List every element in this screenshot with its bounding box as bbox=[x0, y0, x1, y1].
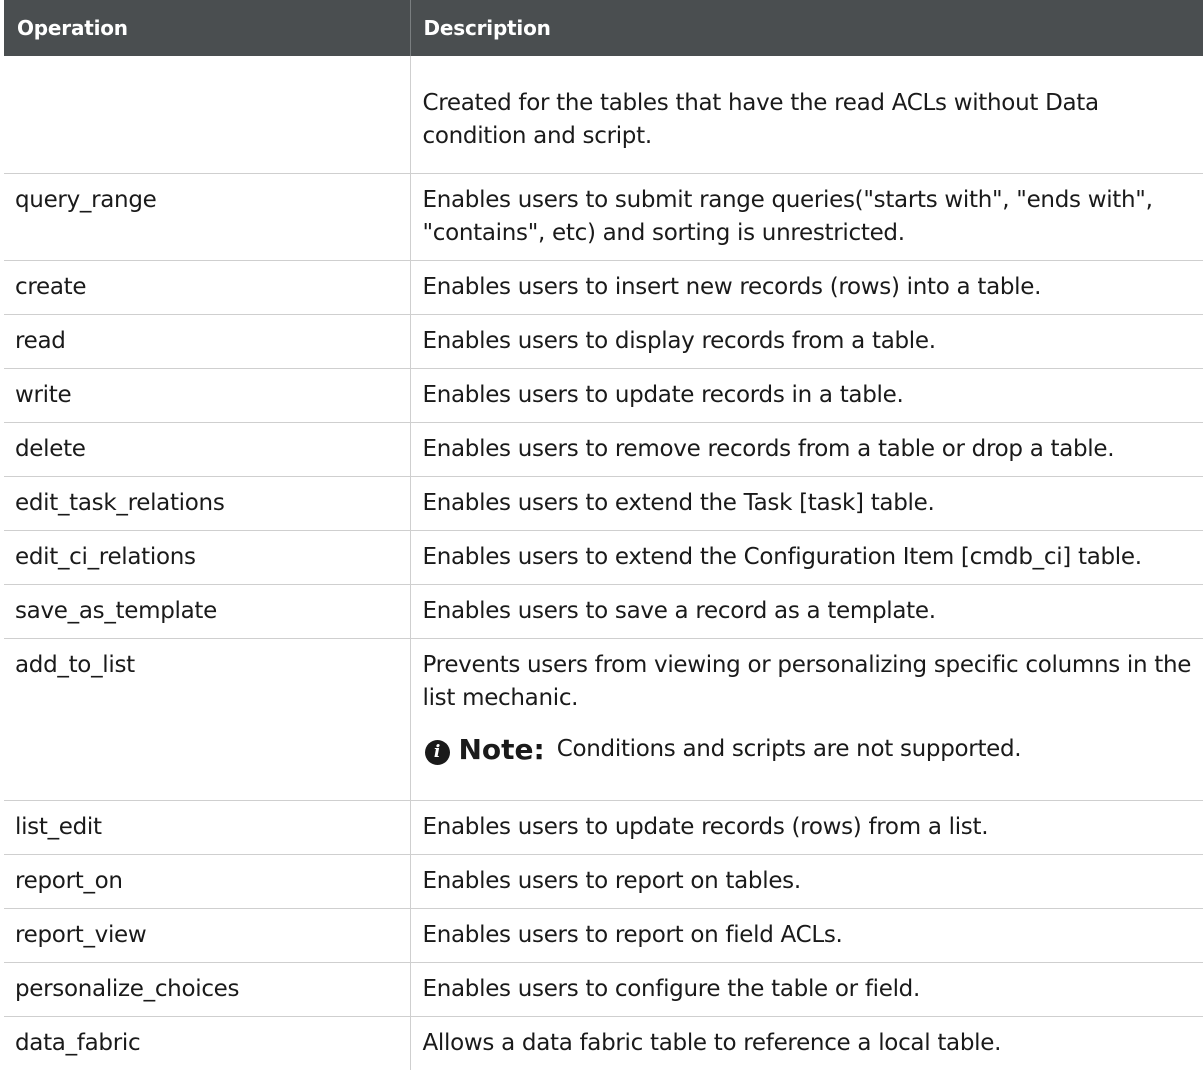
operation-description: Enables users to extend the Configuratio… bbox=[422, 544, 1143, 570]
table-row: add_to_list Prevents users from viewing … bbox=[4, 638, 1203, 801]
operation-name: edit_ci_relations bbox=[15, 544, 196, 570]
note-callout: i Note: Conditions and scripts are not s… bbox=[424, 733, 1200, 766]
operation-cell: list_edit bbox=[4, 800, 411, 855]
operation-cell: report_view bbox=[4, 908, 411, 963]
description-cell: Enables users to save a record as a temp… bbox=[410, 584, 1203, 639]
operation-description: Enables users to report on tables. bbox=[422, 868, 802, 894]
operation-description: Enables users to update records in a tab… bbox=[422, 382, 904, 408]
operation-description: Created for the tables that have the rea… bbox=[422, 90, 1100, 149]
operation-cell: save_as_template bbox=[4, 584, 411, 639]
description-cell: Enables users to configure the table or … bbox=[410, 962, 1203, 1017]
operation-name: report_on bbox=[15, 868, 123, 894]
operation-name: query_range bbox=[15, 187, 157, 213]
operation-cell: edit_ci_relations bbox=[4, 530, 411, 585]
header-operation: Operation bbox=[4, 0, 411, 56]
operation-description: Enables users to report on field ACLs. bbox=[422, 922, 843, 948]
table-row: data_fabric Allows a data fabric table t… bbox=[4, 1016, 1203, 1071]
note-label: Note: bbox=[458, 733, 545, 766]
table-row: edit_ci_relations Enables users to exten… bbox=[4, 530, 1203, 585]
operation-cell: write bbox=[4, 368, 411, 423]
description-cell: Enables users to extend the Task [task] … bbox=[410, 476, 1203, 531]
note-text: Conditions and scripts are not supported… bbox=[556, 736, 1022, 762]
operation-cell: data_fabric bbox=[4, 1016, 411, 1070]
operation-name: list_edit bbox=[15, 814, 102, 840]
description-cell: Enables users to update records (rows) f… bbox=[410, 800, 1203, 855]
description-cell: Created for the tables that have the rea… bbox=[410, 56, 1203, 174]
description-cell: Enables users to update records in a tab… bbox=[410, 368, 1203, 423]
operation-cell: edit_task_relations bbox=[4, 476, 411, 531]
description-cell: Enables users to report on tables. bbox=[410, 854, 1203, 909]
description-cell: Enables users to submit range queries("s… bbox=[410, 173, 1203, 261]
operation-description: Prevents users from viewing or personali… bbox=[422, 652, 1192, 711]
operation-cell: create bbox=[4, 260, 411, 315]
operation-name: read bbox=[15, 328, 66, 354]
table-row: report_view Enables users to report on f… bbox=[4, 908, 1203, 963]
operation-name: report_view bbox=[15, 922, 147, 948]
operation-cell: query_range bbox=[4, 173, 411, 261]
operation-description: Enables users to configure the table or … bbox=[422, 976, 921, 1002]
info-icon: i bbox=[424, 740, 450, 765]
operation-name: delete bbox=[15, 436, 86, 462]
header-description: Description bbox=[410, 0, 1203, 56]
operation-cell: read bbox=[4, 314, 411, 369]
operation-name: write bbox=[15, 382, 72, 408]
operation-cell: add_to_list bbox=[4, 638, 411, 801]
description-cell: Enables users to display records from a … bbox=[410, 314, 1203, 369]
description-cell: Enables users to report on field ACLs. bbox=[410, 908, 1203, 963]
operation-name: personalize_choices bbox=[15, 976, 240, 1002]
operation-description: Enables users to display records from a … bbox=[422, 328, 937, 354]
table-row: report_on Enables users to report on tab… bbox=[4, 854, 1203, 909]
description-cell: Enables users to insert new records (row… bbox=[410, 260, 1203, 315]
description-cell: Enables users to remove records from a t… bbox=[410, 422, 1203, 477]
operation-cell bbox=[4, 56, 411, 174]
table-row: delete Enables users to remove records f… bbox=[4, 422, 1203, 477]
operation-cell: delete bbox=[4, 422, 411, 477]
table-row: query_range Enables users to submit rang… bbox=[4, 173, 1203, 261]
operation-description-block: Prevents users from viewing or personali… bbox=[411, 639, 1203, 800]
table-row: Created for the tables that have the rea… bbox=[4, 56, 1203, 174]
operation-description: Enables users to submit range queries("s… bbox=[422, 187, 1153, 246]
description-cell: Prevents users from viewing or personali… bbox=[410, 638, 1203, 801]
operation-name: save_as_template bbox=[15, 598, 217, 624]
operation-cell: report_on bbox=[4, 854, 411, 909]
operation-name bbox=[4, 56, 410, 76]
operation-description: Enables users to update records (rows) f… bbox=[422, 814, 989, 840]
operation-description: Allows a data fabric table to reference … bbox=[422, 1030, 1002, 1056]
operation-description: Enables users to remove records from a t… bbox=[422, 436, 1115, 462]
table-row: save_as_template Enables users to save a… bbox=[4, 584, 1203, 639]
operation-cell: personalize_choices bbox=[4, 962, 411, 1017]
description-cell: Allows a data fabric table to reference … bbox=[410, 1017, 1203, 1071]
table-row: edit_task_relations Enables users to ext… bbox=[4, 476, 1203, 531]
table-row: read Enables users to display records fr… bbox=[4, 314, 1203, 369]
operation-description: Enables users to save a record as a temp… bbox=[422, 598, 937, 624]
table-row: write Enables users to update records in… bbox=[4, 368, 1203, 423]
operations-table: Operation Description Created for the ta… bbox=[4, 0, 1203, 1070]
table-row: personalize_choices Enables users to con… bbox=[4, 962, 1203, 1017]
operation-description: Enables users to extend the Task [task] … bbox=[422, 490, 935, 516]
operation-name: create bbox=[15, 274, 87, 300]
header-row: Operation Description bbox=[4, 0, 1203, 56]
operation-name: data_fabric bbox=[15, 1030, 141, 1056]
description-cell: Enables users to extend the Configuratio… bbox=[410, 530, 1203, 585]
operation-name: edit_task_relations bbox=[15, 490, 225, 516]
operation-description: Enables users to insert new records (row… bbox=[422, 274, 1042, 300]
table-row: list_edit Enables users to update record… bbox=[4, 800, 1203, 855]
table-row: create Enables users to insert new recor… bbox=[4, 260, 1203, 315]
operation-name: add_to_list bbox=[15, 652, 135, 678]
